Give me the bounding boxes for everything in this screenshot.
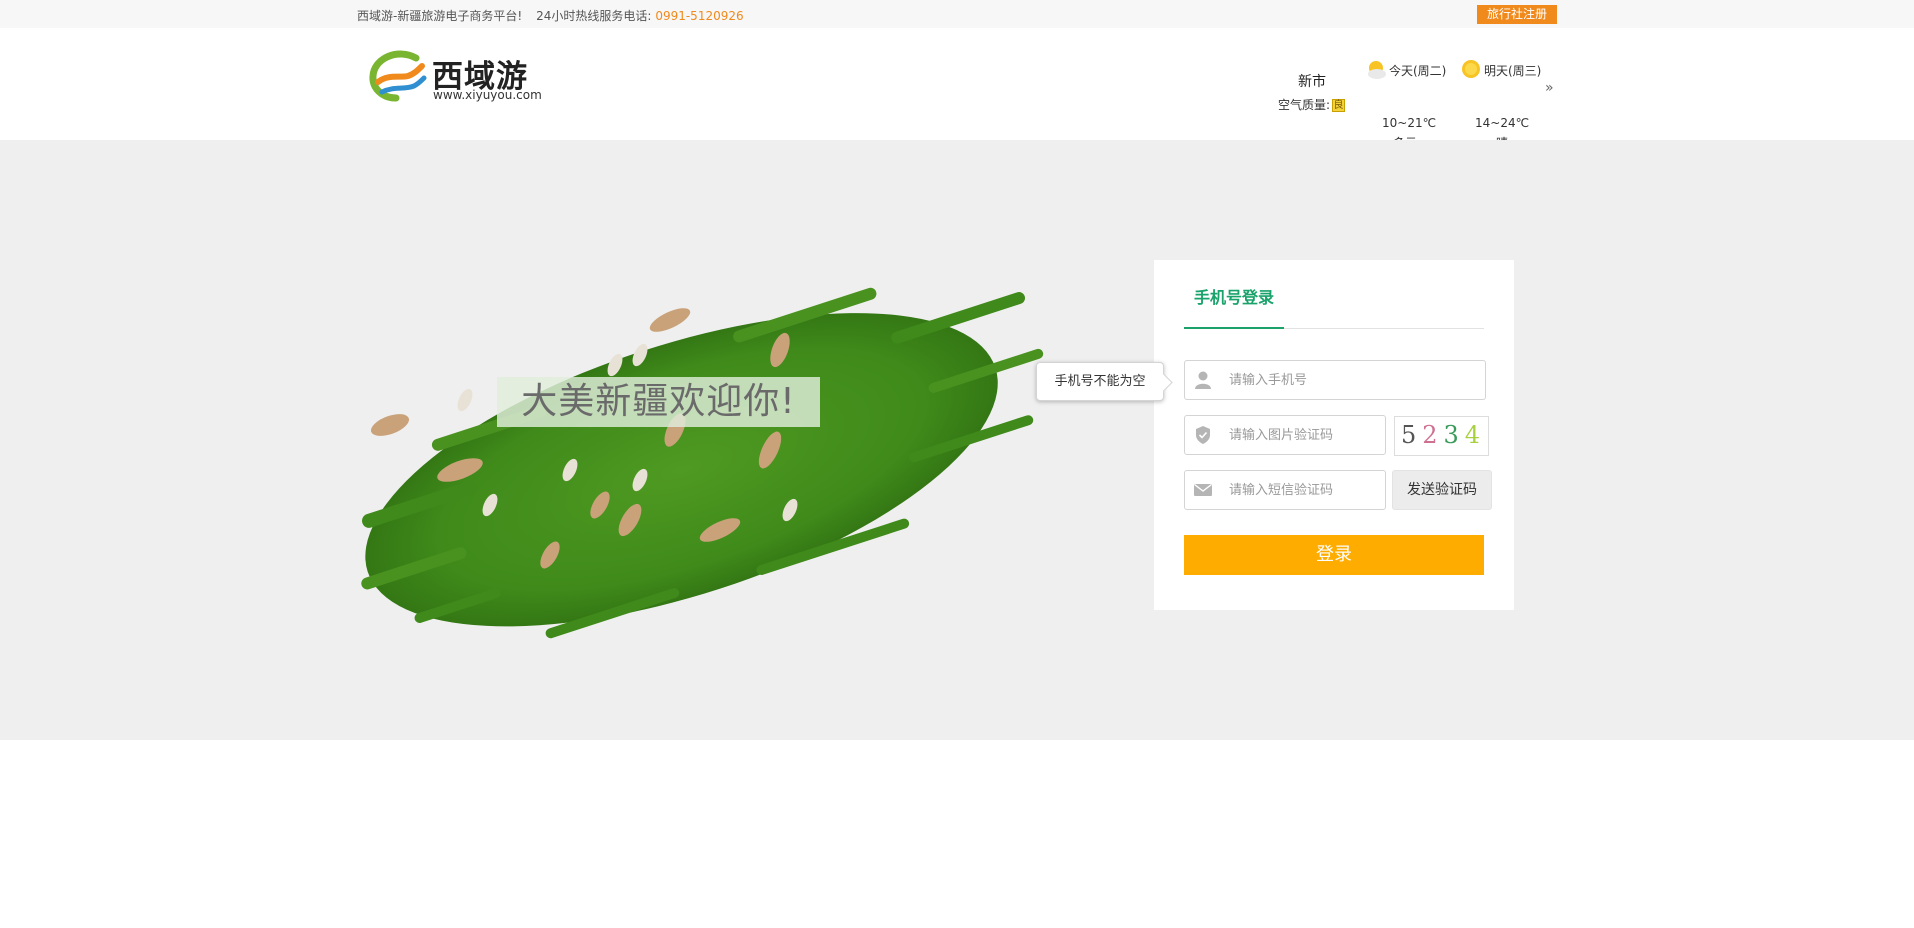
logo-swirl-icon bbox=[369, 50, 427, 102]
sun-icon bbox=[1462, 60, 1480, 78]
phone-field bbox=[1184, 360, 1486, 400]
weather-city[interactable]: 新市 bbox=[1298, 71, 1326, 91]
air-quality: 空气质量: 良 bbox=[1278, 96, 1346, 113]
login-button[interactable]: 登录 bbox=[1184, 535, 1484, 575]
partly-sunny-icon bbox=[1368, 61, 1386, 79]
grassland-horses-artwork bbox=[361, 287, 1044, 639]
image-code-input[interactable] bbox=[1229, 416, 1379, 454]
site-logo[interactable]: 西域游 www.xiyuyou.com bbox=[368, 48, 558, 108]
agency-register-button[interactable]: 旅行社注册 bbox=[1477, 5, 1557, 24]
welcome-text: 大美新疆欢迎你! bbox=[497, 377, 820, 427]
phone-input[interactable] bbox=[1229, 361, 1479, 399]
top-bar: 西域游-新疆旅游电子商务平台! 24小时热线服务电话: 0991-5120926 … bbox=[0, 0, 1914, 28]
phone-error-tooltip: 手机号不能为空 bbox=[1036, 362, 1164, 401]
top-bar-info: 西域游-新疆旅游电子商务平台! 24小时热线服务电话: 0991-5120926 bbox=[357, 7, 744, 24]
tab-phone-login[interactable]: 手机号登录 bbox=[1184, 288, 1284, 328]
header: 西域游 www.xiyuyou.com 新市 空气质量: 良 今天(周二) 10~… bbox=[0, 28, 1914, 150]
today-temp: 10~21℃ bbox=[1382, 116, 1437, 130]
image-code-field bbox=[1184, 415, 1386, 455]
envelope-icon bbox=[1194, 483, 1212, 496]
captcha-text: 5234 bbox=[1401, 421, 1487, 449]
air-quality-label: 空气质量: bbox=[1278, 98, 1331, 112]
hotline-label: 24小时热线服务电话: bbox=[536, 9, 652, 23]
site-slogan: 西域游-新疆旅游电子商务平台! bbox=[357, 9, 523, 23]
login-card: 手机号登录 5234 发送验证码 登录 bbox=[1154, 260, 1514, 610]
tomorrow-temp: 14~24℃ bbox=[1475, 116, 1530, 130]
logo-url: www.xiyuyou.com bbox=[433, 88, 542, 102]
sms-code-field bbox=[1184, 470, 1386, 510]
today-label: 今天(周二) bbox=[1389, 64, 1447, 78]
sms-code-input[interactable] bbox=[1229, 471, 1379, 509]
tab-active-indicator bbox=[1184, 327, 1284, 329]
login-banner: 大美新疆欢迎你! bbox=[0, 140, 1914, 740]
send-code-button[interactable]: 发送验证码 bbox=[1392, 470, 1492, 510]
tomorrow-label: 明天(周三) bbox=[1484, 64, 1542, 78]
double-chevron-right-icon[interactable]: » bbox=[1545, 80, 1554, 96]
captcha-image[interactable]: 5234 bbox=[1394, 416, 1489, 456]
shield-icon bbox=[1196, 426, 1210, 444]
user-icon bbox=[1195, 371, 1211, 389]
air-quality-badge: 良 bbox=[1332, 99, 1346, 112]
hotline-number: 0991-5120926 bbox=[655, 9, 744, 23]
